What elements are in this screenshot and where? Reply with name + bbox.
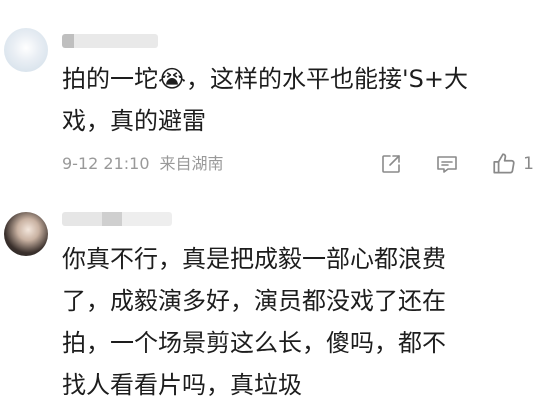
comment-text-line: 拍的一坨😭，这样的水平也能接'S+大	[62, 65, 468, 93]
username[interactable]	[62, 34, 158, 48]
comment-icon	[435, 152, 459, 176]
comment-actions: 1	[347, 150, 534, 178]
comment-text-line: 拍，一个场景剪这么长，傻吗，都不	[62, 329, 446, 357]
comment-meta: 9-12 21:10 来自湖南	[62, 152, 224, 176]
avatar[interactable]	[4, 212, 48, 256]
comment-text-line: 你真不行，真是把成毅一部心都浪费	[62, 245, 446, 273]
comment-text-line: 戏，真的避雷	[62, 107, 206, 135]
comment-button[interactable]	[435, 152, 459, 176]
share-icon	[379, 152, 403, 176]
comment-item-2: 你真不行，真是把成毅一部心都浪费 了，成毅演多好，演员都没戏了还在 拍，一个场景…	[0, 198, 540, 410]
comment-text-line: 找人看看片吗，真垃圾	[62, 371, 302, 399]
comment-location: 来自湖南	[159, 154, 224, 173]
comment-text: 你真不行，真是把成毅一部心都浪费 了，成毅演多好，演员都没戏了还在 拍，一个场景…	[62, 238, 532, 406]
share-button[interactable]	[379, 152, 403, 176]
comment-text-line: 了，成毅演多好，演员都没戏了还在	[62, 287, 446, 315]
like-icon	[491, 151, 517, 177]
comment-text: 拍的一坨😭，这样的水平也能接'S+大 戏，真的避雷	[62, 58, 532, 142]
comment-date: 9-12 21:10	[62, 154, 150, 173]
comment-item-1: 拍的一坨😭，这样的水平也能接'S+大 戏，真的避雷 9-12 21:10 来自湖南	[0, 0, 540, 196]
username[interactable]	[62, 212, 172, 226]
like-button[interactable]: 1	[491, 151, 534, 177]
like-count: 1	[523, 154, 534, 174]
avatar[interactable]	[4, 28, 48, 72]
